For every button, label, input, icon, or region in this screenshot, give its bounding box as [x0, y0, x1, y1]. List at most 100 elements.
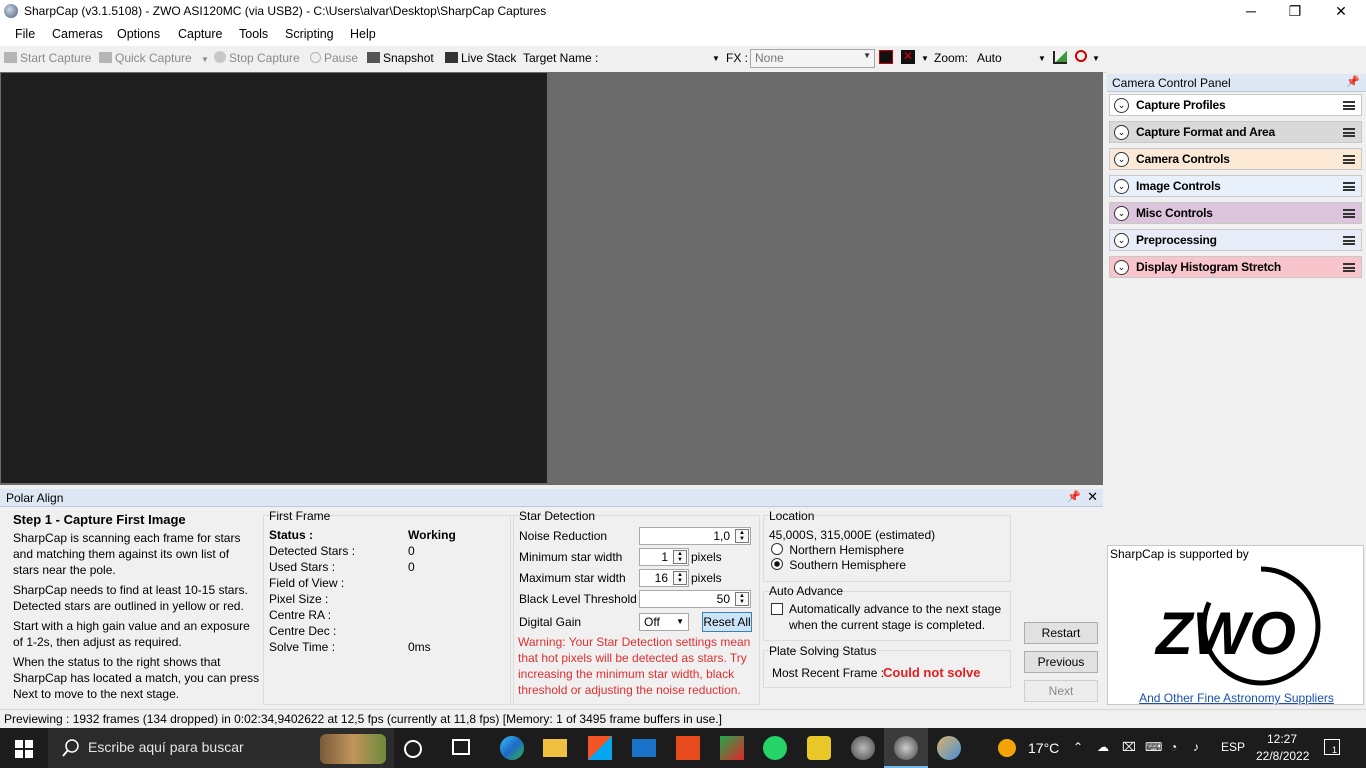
chevron-down-icon[interactable]: ⌄	[1114, 260, 1129, 275]
live-stack-button[interactable]: Live Stack	[445, 51, 516, 65]
chevron-down-icon[interactable]: ⌄	[1114, 233, 1129, 248]
radio-checked-icon[interactable]	[771, 558, 783, 570]
chevron-down-icon[interactable]: ⌄	[1114, 152, 1129, 167]
office-icon[interactable]	[676, 736, 700, 760]
min-star-width-spinner[interactable]: 1 ▲ ▼	[639, 548, 689, 566]
radio-unchecked-icon[interactable]	[771, 543, 783, 555]
minimize-button[interactable]: ─	[1228, 0, 1274, 23]
previous-button[interactable]: Previous	[1024, 651, 1098, 673]
spin-arrows-icon[interactable]: ▲ ▼	[735, 529, 749, 543]
section-capture-format-and-area[interactable]: ⌄ Capture Format and Area	[1109, 121, 1362, 143]
task-view-icon[interactable]	[452, 739, 470, 755]
hamburger-menu-icon[interactable]	[1343, 263, 1355, 272]
chevron-up-icon[interactable]: ⌃	[1073, 740, 1083, 754]
crosshair-icon[interactable]: ✕	[901, 50, 915, 64]
section-misc-controls[interactable]: ⌄ Misc Controls	[1109, 202, 1362, 224]
black-level-spinner[interactable]: 50 ▲ ▼	[639, 590, 751, 608]
section-camera-controls[interactable]: ⌄ Camera Controls	[1109, 148, 1362, 170]
menu-capture[interactable]: Capture	[178, 27, 222, 41]
close-button[interactable]: ✕	[1318, 0, 1364, 23]
volume-icon[interactable]: ♪	[1193, 740, 1199, 754]
hamburger-menu-icon[interactable]	[1343, 101, 1355, 110]
section-image-controls[interactable]: ⌄ Image Controls	[1109, 175, 1362, 197]
noise-reduction-spinner[interactable]: 1,0 ▲ ▼	[639, 527, 751, 545]
target-chevron-down-icon[interactable]: ▼	[712, 54, 720, 63]
mail-icon[interactable]	[632, 739, 656, 757]
chevron-down-icon[interactable]: ▼	[201, 55, 209, 64]
live-preview-image[interactable]	[1, 73, 547, 483]
quick-capture-button[interactable]: Quick Capture ▼	[99, 51, 209, 65]
hamburger-menu-icon[interactable]	[1343, 128, 1355, 137]
section-capture-profiles[interactable]: ⌄ Capture Profiles	[1109, 94, 1362, 116]
chevron-down-icon[interactable]: ⌄	[1114, 179, 1129, 194]
clock-date[interactable]: 22/8/2022	[1256, 749, 1309, 763]
cortana-icon[interactable]	[404, 740, 422, 758]
pause-button[interactable]: Pause	[310, 51, 358, 65]
reset-all-button[interactable]: Reset All	[702, 612, 752, 632]
restart-button[interactable]: Restart	[1024, 622, 1098, 644]
hamburger-menu-icon[interactable]	[1343, 236, 1355, 245]
section-display-histogram-stretch[interactable]: ⌄ Display Histogram Stretch	[1109, 256, 1362, 278]
polar-align-title: Polar Align	[6, 491, 64, 505]
digital-gain-select[interactable]: Off ▼	[639, 613, 689, 631]
menu-file[interactable]: File	[15, 27, 35, 41]
overlay-chevron-down-icon[interactable]: ▼	[921, 54, 929, 63]
wifi-icon[interactable]: ◔	[1170, 740, 1177, 754]
snapshot-button[interactable]: Snapshot	[367, 51, 434, 65]
target-name-input[interactable]	[600, 51, 720, 65]
weather-temperature[interactable]: 17°C	[1028, 740, 1059, 756]
language-indicator[interactable]: ESP	[1221, 740, 1245, 754]
windows-start-icon[interactable]	[15, 740, 33, 758]
start-capture-button[interactable]: Start Capture	[4, 51, 91, 65]
cloud-icon[interactable]: ☁	[1097, 740, 1109, 754]
southern-hemisphere-radio[interactable]: Southern Hemisphere	[771, 558, 906, 572]
fx-select[interactable]: None ▼	[750, 49, 875, 68]
active-app-highlight[interactable]	[884, 728, 928, 768]
auto-advance-checkbox[interactable]	[771, 603, 783, 615]
zoom-chevron-down-icon[interactable]: ▼	[1038, 54, 1046, 63]
store-icon[interactable]	[588, 736, 612, 760]
notifications-icon[interactable]: 1	[1324, 739, 1340, 755]
app-icon[interactable]	[720, 736, 744, 760]
stop-capture-button[interactable]: Stop Capture	[214, 51, 300, 65]
device-icon[interactable]: ⌧	[1122, 740, 1136, 754]
paint-icon[interactable]	[937, 736, 961, 760]
sponsor-link[interactable]: And Other Fine Astronomy Suppliers	[1108, 691, 1365, 705]
zoom-select[interactable]: Auto	[977, 51, 1002, 65]
menu-scripting[interactable]: Scripting	[285, 27, 334, 41]
magnifier-icon[interactable]	[1075, 50, 1087, 62]
red-filter-icon[interactable]	[879, 50, 893, 64]
histogram-icon[interactable]	[1053, 51, 1067, 64]
taskbar-search-box[interactable]: Escribe aquí para buscar	[48, 728, 394, 768]
pin-icon[interactable]: 📌	[1067, 490, 1081, 503]
hamburger-menu-icon[interactable]	[1343, 155, 1355, 164]
game-icon[interactable]	[807, 736, 831, 760]
menu-cameras[interactable]: Cameras	[52, 27, 103, 41]
northern-hemisphere-radio[interactable]: Northern Hemisphere	[771, 543, 904, 557]
hamburger-menu-icon[interactable]	[1343, 209, 1355, 218]
menu-tools[interactable]: Tools	[239, 27, 268, 41]
maximize-button[interactable]: ❐	[1272, 0, 1318, 23]
close-icon[interactable]: ✕	[1087, 489, 1098, 505]
magnifier-chevron-down-icon[interactable]: ▼	[1092, 54, 1100, 63]
ime-icon[interactable]: ⌨	[1145, 740, 1162, 754]
hamburger-menu-icon[interactable]	[1343, 182, 1355, 191]
weather-sun-icon[interactable]	[998, 739, 1016, 757]
chevron-down-icon[interactable]: ⌄	[1114, 206, 1129, 221]
spin-arrows-icon[interactable]: ▲ ▼	[735, 592, 749, 606]
chevron-down-icon[interactable]: ⌄	[1114, 125, 1129, 140]
pin-icon[interactable]: 📌	[1346, 75, 1360, 88]
edge-icon[interactable]	[500, 736, 524, 760]
whatsapp-icon[interactable]	[763, 736, 787, 760]
clock-time[interactable]: 12:27	[1267, 732, 1297, 746]
sharpcap-taskbar-icon[interactable]	[851, 736, 875, 760]
chevron-down-icon[interactable]: ⌄	[1114, 98, 1129, 113]
file-explorer-icon[interactable]	[543, 739, 567, 757]
next-button[interactable]: Next	[1024, 680, 1098, 702]
spin-arrows-icon[interactable]: ▲ ▼	[673, 571, 687, 585]
menu-help[interactable]: Help	[350, 27, 376, 41]
menu-options[interactable]: Options	[117, 27, 160, 41]
max-star-width-spinner[interactable]: 16 ▲ ▼	[639, 569, 689, 587]
section-preprocessing[interactable]: ⌄ Preprocessing	[1109, 229, 1362, 251]
spin-arrows-icon[interactable]: ▲ ▼	[673, 550, 687, 564]
